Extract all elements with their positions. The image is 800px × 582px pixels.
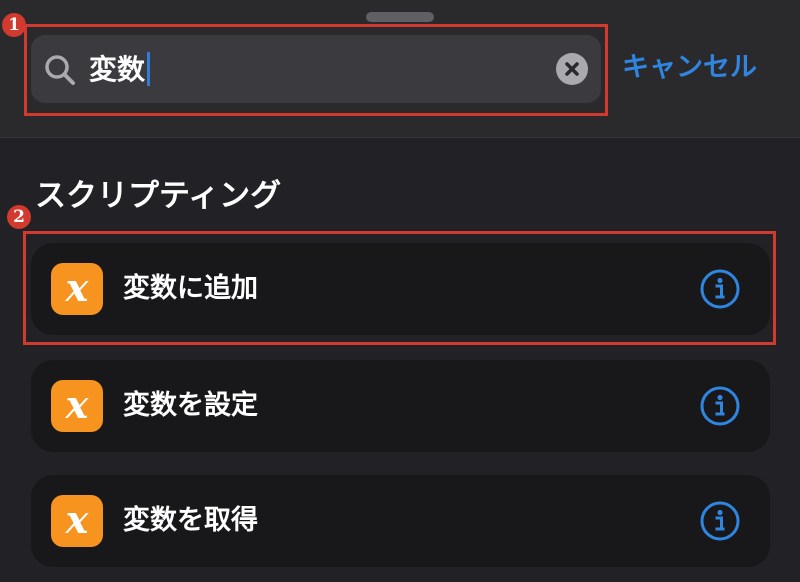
info-icon[interactable]	[699, 500, 741, 542]
x-variable-icon: x	[51, 495, 103, 547]
annotation-marker-1: 1	[2, 13, 26, 37]
annotation-box-2	[23, 231, 776, 345]
section-title-scripting: スクリプティング	[35, 178, 282, 214]
action-row-set-variable[interactable]: x 変数を設定	[31, 360, 770, 452]
cancel-button[interactable]: キャンセル	[622, 46, 757, 90]
sheet-grabber[interactable]	[366, 12, 434, 22]
annotation-box-1	[24, 24, 608, 116]
action-label: 変数を取得	[123, 505, 258, 536]
annotation-marker-2: 2	[7, 205, 31, 229]
action-row-get-variable[interactable]: x 変数を取得	[31, 475, 770, 567]
x-variable-icon: x	[51, 380, 103, 432]
info-icon[interactable]	[699, 385, 741, 427]
action-label: 変数を設定	[123, 390, 258, 421]
